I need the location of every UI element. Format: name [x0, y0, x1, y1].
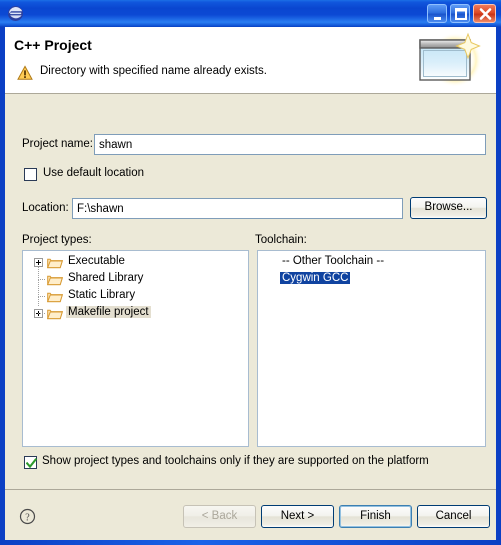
browse-button[interactable]: Browse...: [410, 197, 487, 219]
next-button[interactable]: Next >: [261, 505, 334, 528]
tree-connector: [38, 286, 39, 296]
folder-icon: [46, 256, 63, 269]
folder-icon: [46, 273, 63, 286]
list-item-label: -- Other Toolchain --: [282, 255, 385, 267]
list-item-label-selected: Cygwin GCC: [280, 272, 351, 284]
title-bar[interactable]: [0, 0, 501, 27]
warning-icon: [17, 65, 33, 81]
use-default-location-checkbox[interactable]: [24, 168, 37, 181]
project-types-tree[interactable]: Executable Shared Library Static Library…: [22, 250, 249, 447]
expand-plus-icon[interactable]: [34, 258, 43, 267]
tree-item-label: Executable: [68, 255, 125, 267]
back-button: < Back: [183, 505, 256, 528]
new-project-wizard-icon: [411, 30, 489, 90]
folder-icon: [46, 307, 63, 320]
tree-item-label-selected: Makefile project: [66, 306, 151, 318]
wizard-header: C++ Project Directory with specified nam…: [5, 27, 496, 94]
minimize-button[interactable]: [427, 4, 447, 23]
finish-button[interactable]: Finish: [339, 505, 412, 528]
tree-item-label: Static Library: [68, 289, 136, 301]
cancel-button[interactable]: Cancel: [417, 505, 490, 528]
folder-icon: [46, 290, 63, 303]
dialog-client-area: C++ Project Directory with specified nam…: [5, 27, 496, 540]
help-question-icon[interactable]: ?: [19, 508, 36, 525]
tree-item-static-library[interactable]: Static Library: [23, 286, 248, 306]
toolchain-list[interactable]: -- Other Toolchain -- Cygwin GCC: [257, 250, 486, 447]
project-name-label: Project name:: [22, 138, 93, 150]
location-label: Location:: [22, 202, 69, 214]
page-title: C++ Project: [14, 37, 92, 53]
svg-text:?: ?: [25, 512, 30, 523]
eclipse-icon: [7, 5, 24, 22]
show-supported-checkbox[interactable]: [24, 456, 37, 469]
tree-item-shared-library[interactable]: Shared Library: [23, 269, 248, 289]
project-name-input[interactable]: shawn: [94, 134, 486, 155]
location-input[interactable]: F:\shawn: [72, 198, 403, 219]
tree-connector: [38, 296, 45, 297]
toolchain-label: Toolchain:: [255, 234, 307, 246]
tree-item-label: Shared Library: [68, 272, 144, 284]
tree-connector: [38, 313, 45, 314]
maximize-button[interactable]: [450, 4, 470, 23]
use-default-location-label[interactable]: Use default location: [43, 167, 144, 179]
wizard-body: Project name: shawn Use default location…: [5, 94, 496, 489]
project-types-label: Project types:: [22, 234, 92, 246]
tree-item-executable[interactable]: Executable: [23, 254, 248, 272]
tree-item-makefile-project[interactable]: Makefile project: [23, 305, 248, 322]
show-supported-label[interactable]: Show project types and toolchains only i…: [42, 455, 429, 467]
dialog-footer: ? < Back Next > Finish Cancel: [5, 489, 496, 540]
dialog-window: C++ Project Directory with specified nam…: [0, 0, 501, 545]
message-text: Directory with specified name already ex…: [40, 65, 267, 77]
tree-connector: [38, 269, 39, 279]
tree-connector: [38, 279, 45, 280]
close-button[interactable]: [473, 4, 496, 23]
